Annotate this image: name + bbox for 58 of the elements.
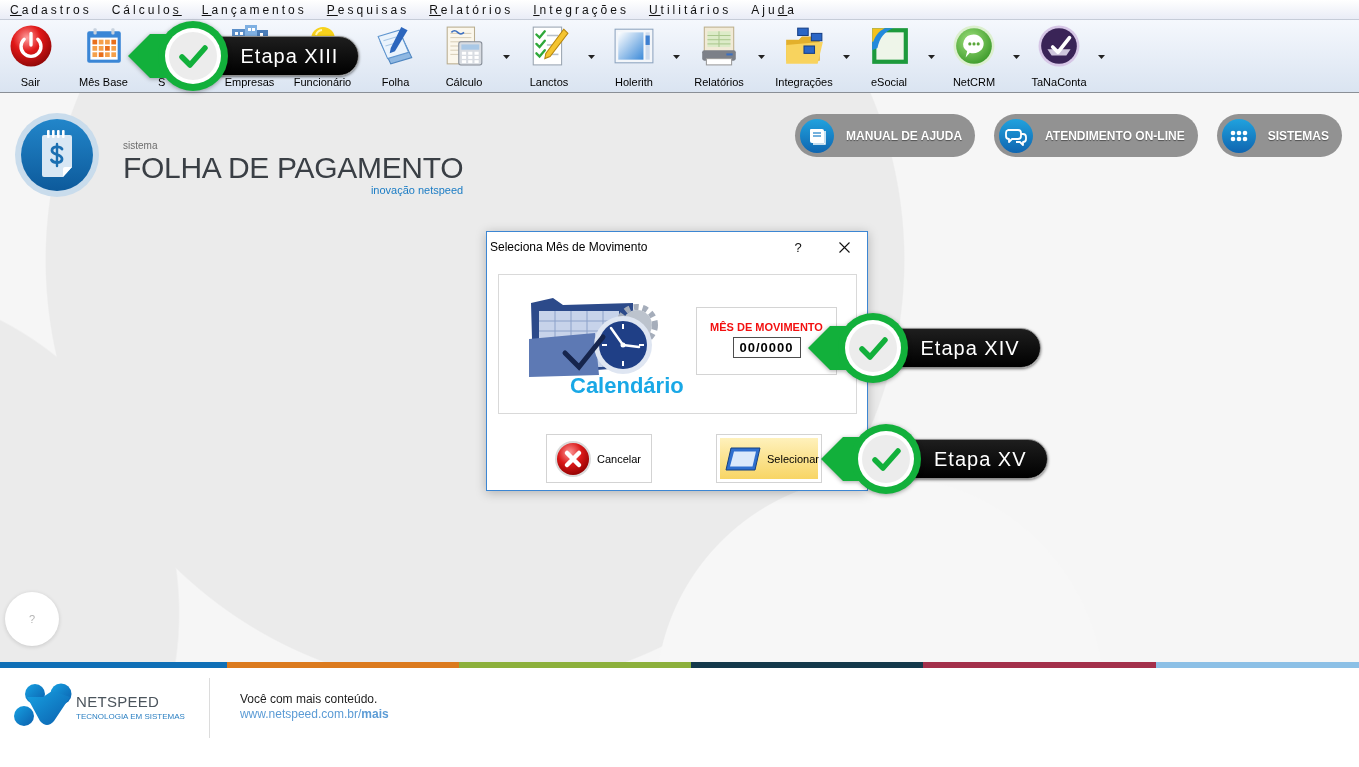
toolbar-button[interactable]: Empresas [224, 76, 275, 88]
step-label: Etapa XV [934, 446, 1027, 471]
toolbar-button[interactable]: Sair [0, 20, 67, 92]
netspeed-logo-icon [14, 683, 72, 727]
close-icon [838, 241, 850, 253]
brand-tagline: inovação netspeed [370, 184, 464, 197]
caret-icon [843, 55, 850, 59]
caret-icon [1013, 55, 1020, 59]
menu-item[interactable]: Integrações [523, 0, 639, 19]
menu-item[interactable]: Pesquisas [316, 0, 420, 19]
toolbar-button[interactable]: Relatórios [687, 20, 751, 92]
toolbar-button[interactable]: Lanctos [517, 20, 581, 92]
caret-icon [588, 55, 595, 59]
x-circle-icon [555, 440, 591, 477]
menu-item[interactable]: Cadastros [0, 0, 102, 19]
brand-title: FOLHA DE PAGAMENTO [123, 152, 464, 184]
tray-check-icon [1038, 25, 1080, 67]
toolbar-button[interactable]: eSocial [857, 20, 921, 92]
step-label: Etapa XIII [240, 44, 339, 68]
toolbar-button[interactable]: S [158, 76, 166, 88]
toolbar-button[interactable]: Holerith [602, 20, 666, 92]
dialog-title: Seleciona Mês de Movimento [490, 240, 648, 254]
caret-icon [758, 55, 765, 59]
toolbar-button[interactable]: Funcionário [293, 76, 352, 88]
book-icon [800, 118, 835, 153]
brand-subtitle: sistema [123, 140, 158, 152]
toolbar-button[interactable]: Integrações [772, 20, 836, 92]
buildings-icon [229, 25, 270, 39]
logo-tagline: TECNOLOGIA EM SISTEMAS [76, 712, 185, 722]
help-button[interactable]: ? [775, 232, 821, 262]
payroll-logo-icon [15, 113, 99, 197]
chat-bubbles-icon [999, 118, 1034, 153]
dots-grid-icon [1221, 118, 1256, 153]
cancel-button[interactable]: Cancelar [546, 434, 652, 483]
select-button[interactable]: Selecionar [716, 434, 822, 483]
caret-icon [1098, 55, 1105, 59]
caret-icon [928, 55, 935, 59]
menu-item[interactable]: L ançamentos [191, 0, 317, 19]
toolbar-button[interactable]: NetCRM [942, 20, 1006, 92]
footer-message: Você com mais conteúdo. [239, 692, 379, 707]
menu-item[interactable]: Ajuda [741, 0, 807, 19]
step-label: Etapa XIV [920, 335, 1020, 360]
folder-computers-icon [783, 25, 825, 67]
caret-icon [673, 55, 680, 59]
toolbar-button[interactable]: Cálculo [432, 20, 496, 92]
calendar-caption: Calendário [570, 374, 684, 398]
logo-wordmark: NETSPEED [76, 694, 161, 710]
menu-item[interactable]: Relatórios [419, 0, 524, 19]
tilted-window-icon [725, 446, 761, 471]
menu-item[interactable]: Cálculos [101, 0, 192, 19]
field-label: MÊS DE MOVIMENTO [710, 321, 823, 333]
speech-bubble-icon [953, 25, 995, 67]
month-field[interactable]: 00/0000 [732, 337, 801, 358]
toolbar-button[interactable]: Folha [359, 20, 432, 92]
menu-item[interactable]: Utilitários [638, 0, 742, 19]
caret-icon [503, 55, 510, 59]
power-icon [9, 25, 52, 67]
toolbar-button[interactable]: TaNaConta [1027, 20, 1091, 92]
